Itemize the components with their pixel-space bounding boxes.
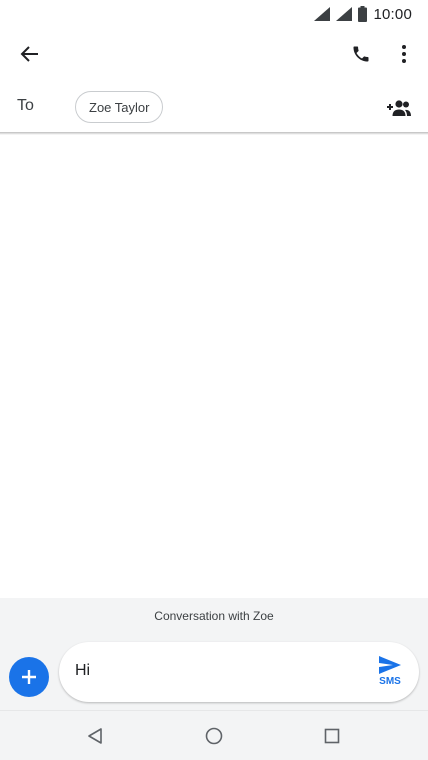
send-icon xyxy=(379,656,401,674)
recipients-divider xyxy=(0,132,428,135)
back-triangle-icon xyxy=(88,728,102,744)
compose-box[interactable]: Hi SMS xyxy=(59,642,419,702)
more-vert-icon xyxy=(402,45,406,63)
add-people-icon xyxy=(387,100,411,116)
send-label: SMS xyxy=(379,676,401,687)
phone-icon xyxy=(353,46,369,62)
nav-back-button[interactable] xyxy=(79,720,111,752)
app-bar xyxy=(0,28,428,80)
message-input[interactable]: Hi xyxy=(75,662,90,680)
nav-recents-button[interactable] xyxy=(316,720,348,752)
recipients-row: To Zoe Taylor xyxy=(0,84,428,132)
call-button[interactable] xyxy=(341,34,381,74)
back-button[interactable] xyxy=(10,34,50,74)
arrow-back-icon xyxy=(20,46,38,62)
status-bar: 10:00 xyxy=(0,0,428,28)
more-options-button[interactable] xyxy=(384,34,424,74)
wifi-signal-icon xyxy=(314,7,331,21)
nav-home-button[interactable] xyxy=(198,720,230,752)
recents-square-icon xyxy=(324,728,340,744)
cell-signal-icon xyxy=(336,7,353,21)
to-label: To xyxy=(17,97,34,114)
recipient-chip-label: Zoe Taylor xyxy=(89,99,150,115)
status-icons: 10:00 xyxy=(314,4,412,24)
home-circle-icon xyxy=(205,727,223,745)
send-button[interactable]: SMS xyxy=(375,656,405,694)
add-people-button[interactable] xyxy=(379,88,419,128)
system-nav-bar xyxy=(0,710,428,760)
compose-area: Hi SMS xyxy=(0,634,428,710)
battery-icon xyxy=(358,6,368,22)
plus-icon xyxy=(22,670,36,684)
add-attachment-button[interactable] xyxy=(9,657,49,697)
conversation-banner: Conversation with Zoe xyxy=(0,598,428,634)
recipient-chip[interactable]: Zoe Taylor xyxy=(75,91,164,123)
status-time: 10:00 xyxy=(373,5,412,23)
conversation-banner-text: Conversation with Zoe xyxy=(154,609,274,623)
